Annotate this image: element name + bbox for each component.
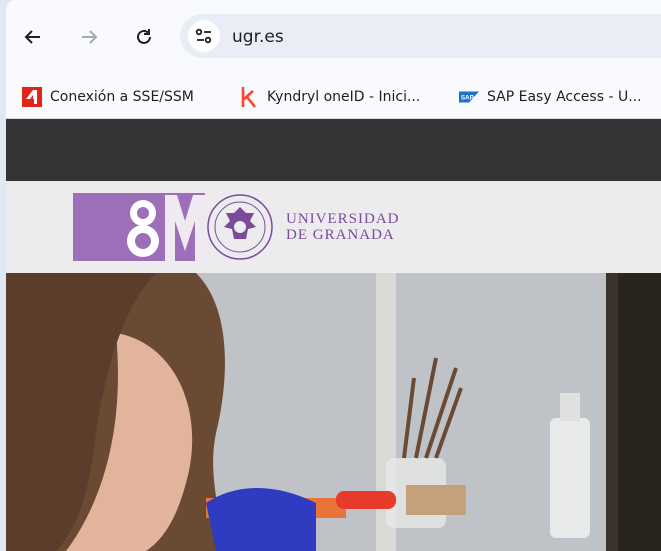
url-text: ugr.es xyxy=(232,27,284,47)
bookmark-sap[interactable]: SAP SAP Easy Access - U... xyxy=(459,84,642,110)
8m-logo[interactable] xyxy=(73,193,205,261)
site-info-button[interactable] xyxy=(188,20,220,52)
bookmark-label: Conexión a SSE/SSM xyxy=(50,89,194,105)
bookmark-label: Kyndryl oneID - Inici... xyxy=(267,89,421,105)
browser-window: ugr.es Conexión a SSE/SSM Kyndryl oneID … xyxy=(6,0,661,551)
forward-button[interactable] xyxy=(72,20,106,54)
web-page: UNIVERSIDAD DE GRANADA xyxy=(6,119,661,551)
browser-toolbar: ugr.es xyxy=(6,0,661,76)
bookmark-kyndryl[interactable]: Kyndryl oneID - Inici... xyxy=(239,84,420,110)
lab-photo xyxy=(6,273,661,551)
svg-text:SAP: SAP xyxy=(461,95,475,102)
university-seal-icon xyxy=(206,193,274,261)
bookmark-conexion-sse[interactable]: Conexión a SSE/SSM xyxy=(22,84,194,110)
reload-icon xyxy=(137,29,151,44)
back-button[interactable] xyxy=(16,20,50,54)
hero-image[interactable] xyxy=(6,273,661,551)
red-4-icon xyxy=(22,87,42,107)
university-name[interactable]: UNIVERSIDAD DE GRANADA xyxy=(286,211,400,243)
arrow-left-icon xyxy=(24,30,40,44)
arrow-right-icon xyxy=(82,30,98,44)
bookmark-label: SAP Easy Access - U... xyxy=(487,89,642,105)
sap-logo-icon: SAP xyxy=(459,87,479,107)
site-top-bar xyxy=(6,119,661,181)
address-bar[interactable]: ugr.es xyxy=(180,14,661,58)
bookmarks-bar: Conexión a SSE/SSM Kyndryl oneID - Inici… xyxy=(6,76,661,119)
reload-button[interactable] xyxy=(127,20,161,54)
kyndryl-k-icon xyxy=(239,87,259,108)
university-name-line1: UNIVERSIDAD xyxy=(286,211,400,227)
site-header: UNIVERSIDAD DE GRANADA xyxy=(6,181,661,273)
university-name-line2: DE GRANADA xyxy=(286,227,395,243)
tune-icon xyxy=(195,28,212,44)
